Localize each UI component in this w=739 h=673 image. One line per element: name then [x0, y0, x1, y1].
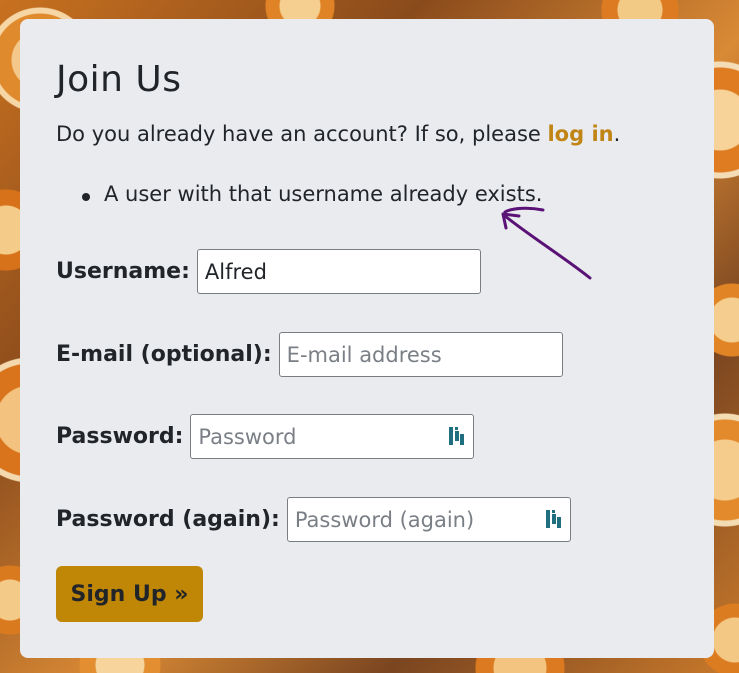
password-label: Password: — [56, 424, 184, 449]
error-list: A user with that username already exists… — [56, 182, 542, 206]
signup-card: Join Us Do you already have an account? … — [20, 19, 714, 658]
password-field-wrap — [190, 414, 475, 459]
page-title: Join Us — [56, 59, 182, 100]
username-input[interactable] — [196, 249, 481, 294]
password-again-field-wrap — [286, 497, 571, 542]
password-manager-icon[interactable] — [545, 508, 562, 530]
intro-text: Do you already have an account? If so, p… — [56, 122, 620, 146]
password-input[interactable] — [190, 414, 475, 459]
password-again-label: Password (again): — [56, 507, 280, 532]
password-row: Password: — [56, 414, 475, 459]
email-input[interactable] — [278, 332, 563, 377]
username-field-wrap — [196, 249, 481, 294]
email-row: E-mail (optional): — [56, 332, 563, 377]
password-again-row: Password (again): — [56, 497, 571, 542]
password-manager-icon[interactable] — [448, 425, 465, 447]
sign-up-button[interactable]: Sign Up » — [56, 566, 203, 622]
username-row: Username: — [56, 249, 481, 294]
login-link[interactable]: log in — [547, 122, 613, 146]
email-label: E-mail (optional): — [56, 342, 272, 367]
password-again-input[interactable] — [286, 497, 571, 542]
error-message: A user with that username already exists… — [56, 182, 542, 206]
email-field-wrap — [278, 332, 563, 377]
intro-text-start: Do you already have an account? If so, p… — [56, 122, 548, 146]
username-label: Username: — [56, 259, 190, 284]
intro-text-end: . — [613, 122, 621, 146]
